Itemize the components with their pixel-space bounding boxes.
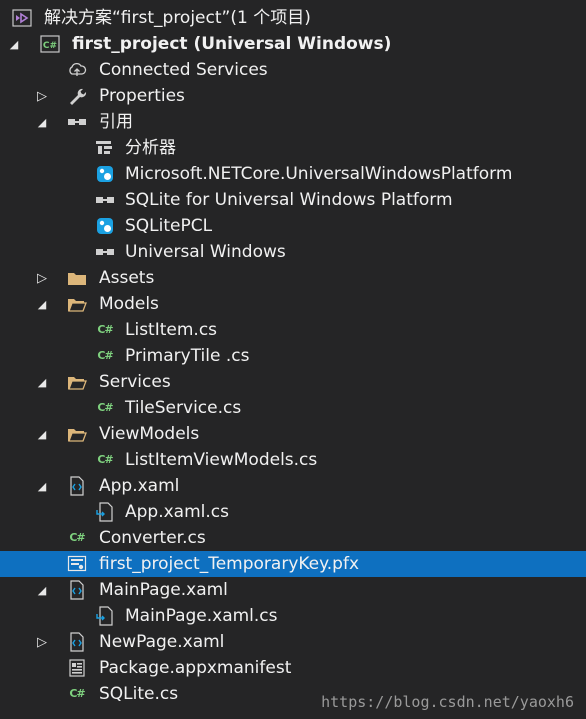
tree-row-ref-sqlite-uwp[interactable]: SQLite for Universal Windows Platform [0,187,586,213]
tree-row-converter-cs[interactable]: C# Converter.cs [0,525,586,551]
code-behind-file-icon [95,502,115,522]
tree-row-listitemviewmodels-cs[interactable]: C# ListItemViewModels.cs [0,447,586,473]
svg-text:C#: C# [43,41,57,51]
node-label: Converter.cs [99,528,206,548]
watermark-text: https://blog.csdn.net/yaoxh6 [321,693,574,711]
code-behind-file-icon [95,606,115,626]
tree-row-ref-universal-windows[interactable]: Universal Windows [0,239,586,265]
tree-row-app-xaml[interactable]: App.xaml [0,473,586,499]
csharp-file-icon: C# [97,323,113,336]
expand-arrow-icon[interactable] [34,577,50,603]
tree-row-references[interactable]: 引用 [0,109,586,135]
solution-label: 解决方案“first_project”(1 个项目) [44,8,311,28]
node-label: ListItemViewModels.cs [125,450,318,470]
tree-row-ref-netcore[interactable]: Microsoft.NETCore.UniversalWindowsPlatfo… [0,161,586,187]
tree-row-listitem-cs[interactable]: C# ListItem.cs [0,317,586,343]
tree-row-solution[interactable]: 解决方案“first_project”(1 个项目) [0,5,586,31]
node-label: SQLite.cs [99,684,179,704]
tree-row-tileservice-cs[interactable]: C# TileService.cs [0,395,586,421]
collapse-arrow-icon[interactable] [34,265,50,291]
node-label: Connected Services [99,60,268,80]
collapse-arrow-icon[interactable] [34,629,50,655]
tree-row-viewmodels[interactable]: ViewModels [0,421,586,447]
open-folder-icon [67,424,87,444]
tree-row-connected-services[interactable]: Connected Services [0,57,586,83]
reference-icon [95,242,115,262]
node-label: Assets [99,268,155,288]
certificate-icon [67,554,87,574]
wrench-icon [67,86,87,106]
tree-row-properties[interactable]: Properties [0,83,586,109]
references-icon [67,112,87,132]
xaml-file-icon [67,476,87,496]
csharp-file-icon: C# [69,687,85,700]
node-label: App.xaml [99,476,180,496]
solution-explorer-tree: 解决方案“first_project”(1 个项目) C# first_proj… [0,5,586,707]
csharp-file-icon: C# [97,453,113,466]
node-label: TileService.cs [125,398,242,418]
tree-row-analyzers[interactable]: 分析器 [0,135,586,161]
node-label: Microsoft.NETCore.UniversalWindowsPlatfo… [125,164,513,184]
node-label: Package.appxmanifest [99,658,292,678]
analyzer-icon [95,138,115,158]
tree-row-newpage-xaml[interactable]: NewPage.xaml [0,629,586,655]
manifest-icon [67,658,87,678]
xaml-file-icon [67,580,87,600]
cloud-icon [67,60,87,80]
node-label: ViewModels [99,424,200,444]
tree-row-assets[interactable]: Assets [0,265,586,291]
node-label: Universal Windows [125,242,286,262]
folder-icon [67,268,87,288]
node-label: first_project_TemporaryKey.pfx [99,554,360,574]
node-label: 分析器 [125,138,176,158]
project-label: first_project (Universal Windows) [72,34,392,54]
nuget-package-icon [95,164,115,184]
open-folder-icon [67,372,87,392]
tree-row-services[interactable]: Services [0,369,586,395]
expand-arrow-icon[interactable] [34,369,50,395]
reference-icon [95,190,115,210]
tree-row-app-xaml-cs[interactable]: App.xaml.cs [0,499,586,525]
tree-row-project[interactable]: C# first_project (Universal Windows) [0,31,586,57]
open-folder-icon [67,294,87,314]
tree-row-models[interactable]: Models [0,291,586,317]
tree-row-package-manifest[interactable]: Package.appxmanifest [0,655,586,681]
csharp-file-icon: C# [97,349,113,362]
node-label: MainPage.xaml [99,580,228,600]
nuget-package-icon [95,216,115,236]
xaml-file-icon [67,632,87,652]
node-label: MainPage.xaml.cs [125,606,278,626]
expand-arrow-icon[interactable] [6,31,22,57]
expand-arrow-icon[interactable] [34,421,50,447]
tree-row-mainpage-xaml-cs[interactable]: MainPage.xaml.cs [0,603,586,629]
node-label: Services [99,372,171,392]
node-label: Properties [99,86,185,106]
node-label: PrimaryTile .cs [125,346,250,366]
node-label: Models [99,294,159,314]
tree-row-primarytile-cs[interactable]: C# PrimaryTile .cs [0,343,586,369]
node-label: NewPage.xaml [99,632,225,652]
node-label: SQLitePCL [125,216,213,236]
expand-arrow-icon[interactable] [34,291,50,317]
csharp-file-icon: C# [69,531,85,544]
csharp-project-icon: C# [40,34,60,54]
node-label: 引用 [99,112,133,132]
csharp-file-icon: C# [97,401,113,414]
node-label: App.xaml.cs [125,502,229,522]
tree-row-ref-sqlitepcl[interactable]: SQLitePCL [0,213,586,239]
expand-arrow-icon[interactable] [34,473,50,499]
node-label: ListItem.cs [125,320,218,340]
collapse-arrow-icon[interactable] [34,83,50,109]
tree-row-temporary-key[interactable]: first_project_TemporaryKey.pfx [0,551,586,577]
expand-arrow-icon[interactable] [34,109,50,135]
tree-row-mainpage-xaml[interactable]: MainPage.xaml [0,577,586,603]
node-label: SQLite for Universal Windows Platform [125,190,453,210]
visual-studio-solution-icon [12,8,32,28]
